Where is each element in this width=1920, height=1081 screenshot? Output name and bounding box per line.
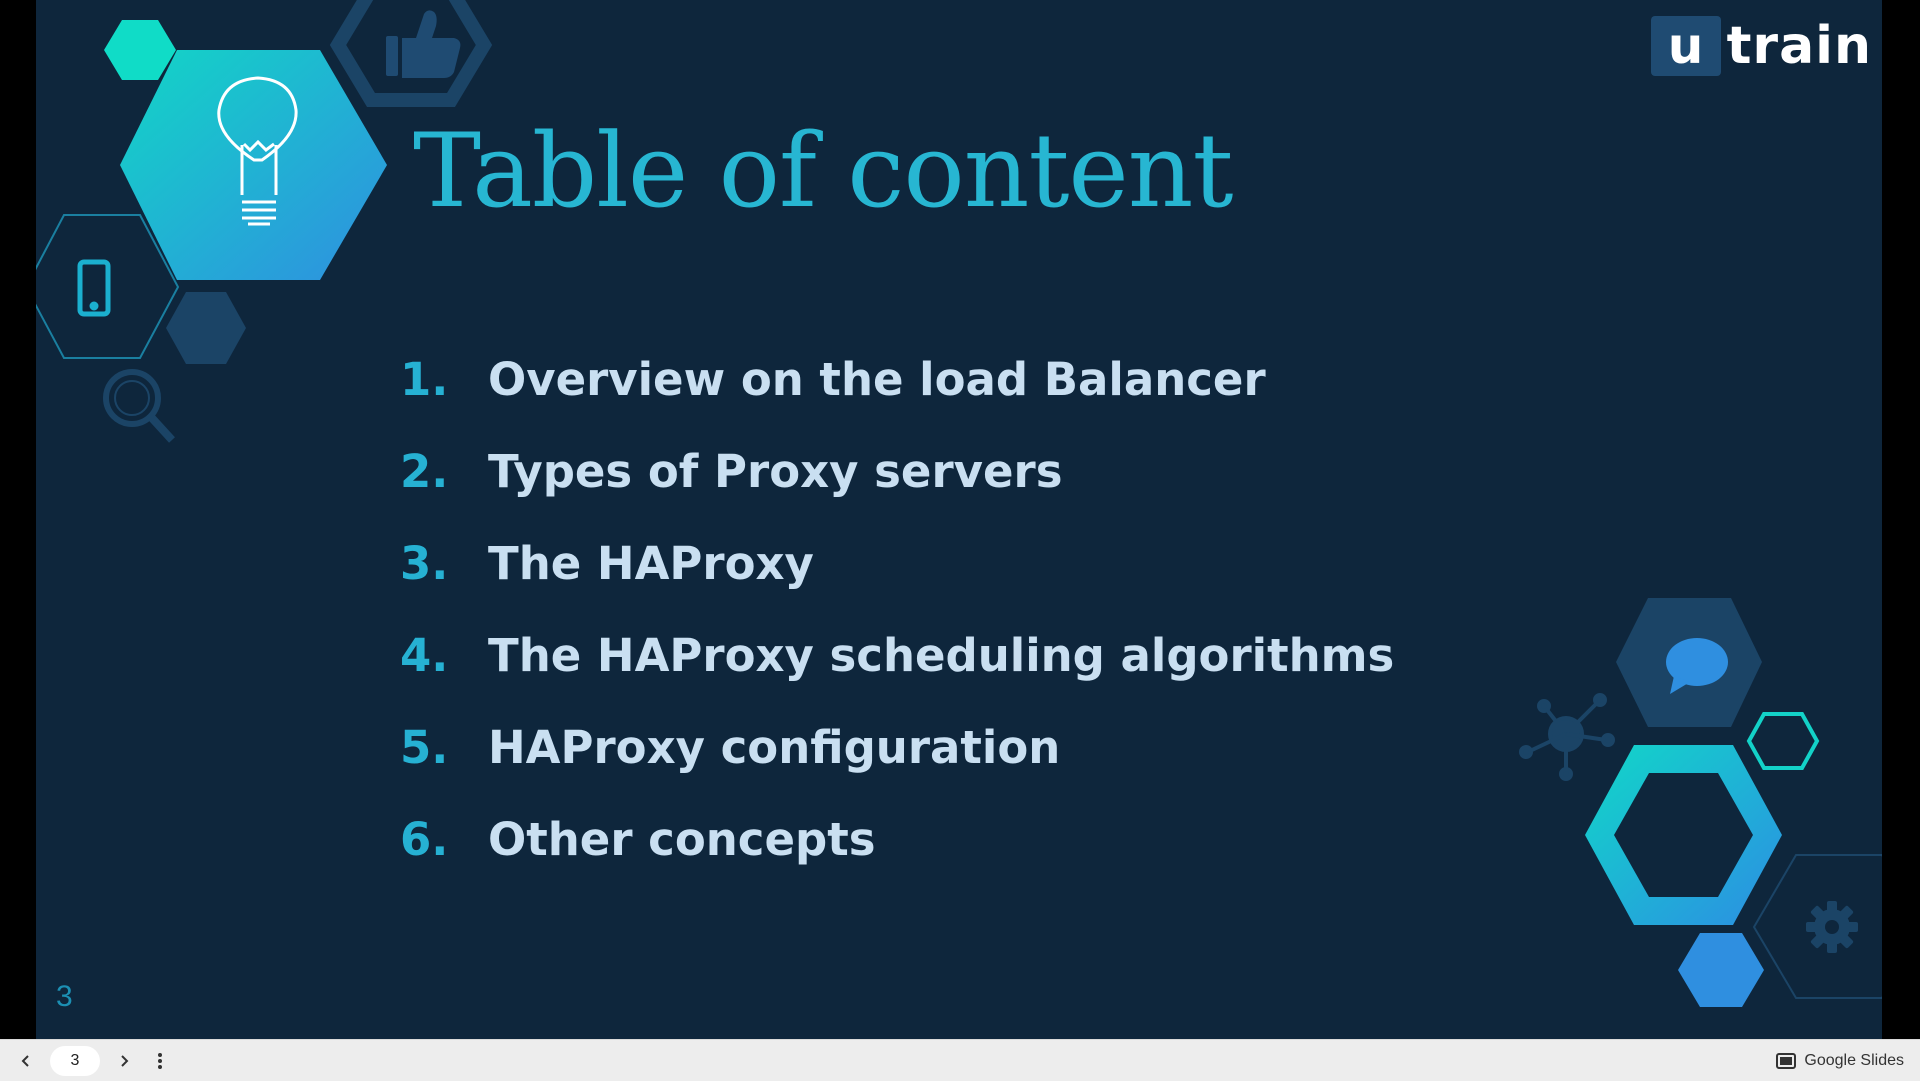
phone-icon (77, 259, 111, 317)
toc-item-label: Other concepts (488, 812, 876, 866)
page-number-input[interactable]: 3 (50, 1045, 100, 1076)
slide-title: Table of content (413, 112, 1233, 231)
toc-item: 2. Types of Proxy servers (400, 425, 1394, 517)
chevron-left-icon (21, 1054, 29, 1067)
toc-item: 3. The HAProxy (400, 517, 1394, 609)
slides-toolbar: 3 Google Slides (0, 1039, 1920, 1081)
toc-item-label: The HAProxy scheduling algorithms (488, 628, 1395, 682)
hex-small-teal (104, 20, 176, 80)
toc-item-label: Types of Proxy servers (488, 444, 1063, 498)
next-slide-button[interactable] (106, 1043, 142, 1079)
toc-item-number: 2. (400, 444, 449, 498)
google-slides-link[interactable]: Google Slides (1776, 1052, 1904, 1070)
thumbs-up-icon (386, 10, 461, 78)
table-of-contents: 1. Overview on the load Balancer 2. Type… (400, 333, 1394, 885)
utrain-logo: u train (1650, 16, 1872, 76)
toc-item-number: 1. (400, 352, 449, 406)
hex-lightbulb (120, 50, 387, 280)
toc-item-number: 6. (400, 812, 449, 866)
hex-dark-small (166, 292, 246, 364)
toc-item: 5. HAProxy configuration (400, 701, 1394, 793)
slides-icon (1776, 1052, 1797, 1069)
slide-viewport: u train Table of content 1. Overview on … (0, 0, 1920, 1039)
toc-item-label: The HAProxy (488, 536, 814, 590)
logo-mark: u (1650, 16, 1721, 76)
toc-item-label: Overview on the load Balancer (488, 352, 1266, 406)
previous-slide-button[interactable] (8, 1043, 44, 1079)
toc-item: 1. Overview on the load Balancer (400, 333, 1394, 425)
logo-text: train (1726, 16, 1872, 76)
toc-item-number: 3. (400, 536, 449, 590)
toc-item-label: HAProxy configuration (488, 720, 1061, 774)
toc-item-number: 5. (400, 720, 449, 774)
more-options-button[interactable] (142, 1043, 178, 1079)
google-slides-label: Google Slides (1804, 1051, 1904, 1069)
toc-item: 4. The HAProxy scheduling algorithms (400, 609, 1394, 701)
gear-icon (1806, 901, 1858, 953)
magnifier-icon (103, 369, 175, 443)
hex-blue-small (1678, 933, 1764, 1007)
slide-number: 3 (56, 980, 73, 1013)
more-vert-icon (158, 1052, 162, 1069)
toc-item-number: 4. (400, 628, 449, 682)
toc-item: 6. Other concepts (400, 793, 1394, 885)
hex-outline-small (1746, 712, 1820, 770)
slide: u train Table of content 1. Overview on … (36, 0, 1882, 1039)
network-icon (1519, 693, 1615, 781)
chevron-right-icon (121, 1054, 129, 1067)
